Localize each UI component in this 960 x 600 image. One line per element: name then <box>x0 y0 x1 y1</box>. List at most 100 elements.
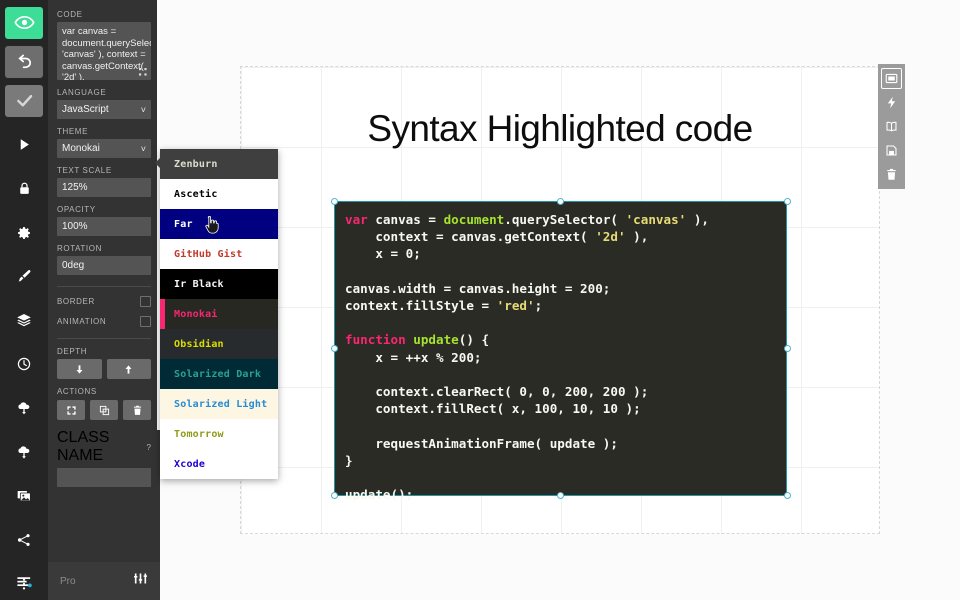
resize-grip-icon[interactable] <box>139 68 148 77</box>
theme-option-label: Far <box>174 219 193 230</box>
rail-menu-button[interactable] <box>0 562 48 600</box>
class-name-input[interactable] <box>57 468 151 487</box>
code-token: } <box>345 453 353 468</box>
code-token: canvas = <box>375 212 443 227</box>
flash-button[interactable] <box>881 92 902 113</box>
object-toolbar <box>878 64 905 189</box>
preview-eye-button[interactable] <box>5 7 43 39</box>
opacity-input[interactable]: 100% <box>57 217 151 236</box>
layers-button[interactable] <box>5 304 43 336</box>
theme-option-solarized-dark[interactable]: Solarized Dark <box>160 359 278 389</box>
resize-handle-sw[interactable] <box>331 492 338 499</box>
language-select[interactable]: JavaScript ˅ <box>57 100 151 119</box>
save-button[interactable] <box>881 140 902 161</box>
theme-option-zenburn[interactable]: Zenburn <box>160 149 278 179</box>
duplicate-button[interactable] <box>90 400 118 420</box>
rotation-input[interactable]: 0deg <box>57 256 151 275</box>
theme-option-ir-black[interactable]: Ir Black <box>160 269 278 299</box>
code-token: '2d' <box>595 229 625 244</box>
delete-object-button[interactable] <box>123 400 151 420</box>
resize-handle-ne[interactable] <box>784 198 791 205</box>
code-token: context.fillRect( x, 100, 10, 10 ); <box>345 401 641 416</box>
lock-icon <box>17 181 32 196</box>
upload-button[interactable] <box>5 392 43 424</box>
theme-option-tomorrow[interactable]: Tomorrow <box>160 419 278 449</box>
sliders-button[interactable] <box>133 571 148 591</box>
play-triangle-icon <box>17 137 32 152</box>
theme-option-xcode[interactable]: Xcode <box>160 449 278 479</box>
text-scale-input[interactable]: 125% <box>57 178 151 197</box>
code-token: x = 0; <box>345 246 421 261</box>
code-textarea[interactable]: var canvas = document.querySelector( 'ca… <box>57 22 151 80</box>
confirm-button[interactable] <box>5 85 43 117</box>
download-button[interactable] <box>5 436 43 468</box>
divider <box>57 286 151 287</box>
chevron-down-icon: ˅ <box>141 105 146 115</box>
image-icon <box>16 488 32 504</box>
resize-handle-w[interactable] <box>331 345 338 352</box>
resize-handle-n[interactable] <box>557 198 564 205</box>
border-checkbox[interactable] <box>140 296 151 307</box>
code-token: canvas.width = canvas.height = 200; <box>345 281 610 296</box>
theme-option-solarized-light[interactable]: Solarized Light <box>160 389 278 419</box>
theme-option-label: Obsidian <box>174 339 224 350</box>
send-backward-button[interactable] <box>57 359 102 379</box>
code-token: () { <box>459 332 489 347</box>
resize-handle-se[interactable] <box>784 492 791 499</box>
theme-select[interactable]: Monokai ˅ <box>57 139 151 158</box>
share-button[interactable] <box>5 524 43 556</box>
theme-option-ascetic[interactable]: Ascetic <box>160 179 278 209</box>
text-scale-value: 125% <box>62 182 88 193</box>
theme-option-label: Tomorrow <box>174 429 224 440</box>
resize-handle-e[interactable] <box>784 345 791 352</box>
arrow-up-icon <box>123 364 134 375</box>
gear-icon <box>16 225 32 241</box>
theme-option-monokai[interactable]: Monokai <box>160 299 278 329</box>
code-token: context = canvas.getContext( <box>345 229 595 244</box>
code-token: .querySelector( <box>504 212 625 227</box>
animation-row[interactable]: ANIMATION <box>57 316 151 327</box>
code-token: x = ++x % 200; <box>345 350 481 365</box>
code-token: ; <box>535 298 543 313</box>
fit-button[interactable] <box>57 400 85 420</box>
theme-dropdown-menu[interactable]: Zenburn Ascetic Far GitHub Gist Ir Black Mono… <box>160 149 278 479</box>
code-block-content: var canvas = document.querySelector( 'ca… <box>335 202 786 512</box>
resize-handle-s[interactable] <box>557 492 564 499</box>
layers-icon <box>16 312 32 328</box>
theme-option-github-gist[interactable]: GitHub Gist <box>160 239 278 269</box>
play-button[interactable] <box>5 129 43 161</box>
border-row[interactable]: BORDER <box>57 296 151 307</box>
theme-option-label: Ir Black <box>174 279 224 290</box>
menu-lines-badge-icon <box>16 573 33 590</box>
bring-forward-button[interactable] <box>107 359 152 379</box>
media-button[interactable] <box>5 480 43 512</box>
animation-checkbox[interactable] <box>140 316 151 327</box>
history-button[interactable] <box>5 348 43 380</box>
class-name-help-icon[interactable]: ? <box>147 443 151 452</box>
theme-option-far[interactable]: Far <box>160 209 278 239</box>
theme-option-label: GitHub Gist <box>174 249 242 260</box>
theme-option-accent-bar <box>160 299 165 329</box>
delete-button[interactable] <box>881 164 902 185</box>
code-block-object[interactable]: var canvas = document.querySelector( 'ca… <box>334 201 787 496</box>
slide-title[interactable]: Syntax Highlighted code <box>240 108 880 150</box>
border-label: BORDER <box>57 297 95 306</box>
code-token: document <box>444 212 505 227</box>
theme-option-label: Ascetic <box>174 189 218 200</box>
resize-handle-nw[interactable] <box>331 198 338 205</box>
library-button[interactable] <box>881 116 902 137</box>
lock-button[interactable] <box>5 173 43 205</box>
undo-button[interactable] <box>5 46 43 78</box>
present-button[interactable] <box>881 68 902 89</box>
paint-button[interactable] <box>5 261 43 293</box>
animation-label: ANIMATION <box>57 317 106 326</box>
theme-option-obsidian[interactable]: Obsidian <box>160 329 278 359</box>
undo-arrow-icon <box>14 51 35 72</box>
code-token: function <box>345 332 413 347</box>
duplicate-icon <box>99 405 110 416</box>
rotation-label: ROTATION <box>57 244 151 253</box>
clock-icon <box>16 356 32 372</box>
settings-button[interactable] <box>5 217 43 249</box>
theme-option-label: Xcode <box>174 459 205 470</box>
pro-label: Pro <box>60 576 76 587</box>
